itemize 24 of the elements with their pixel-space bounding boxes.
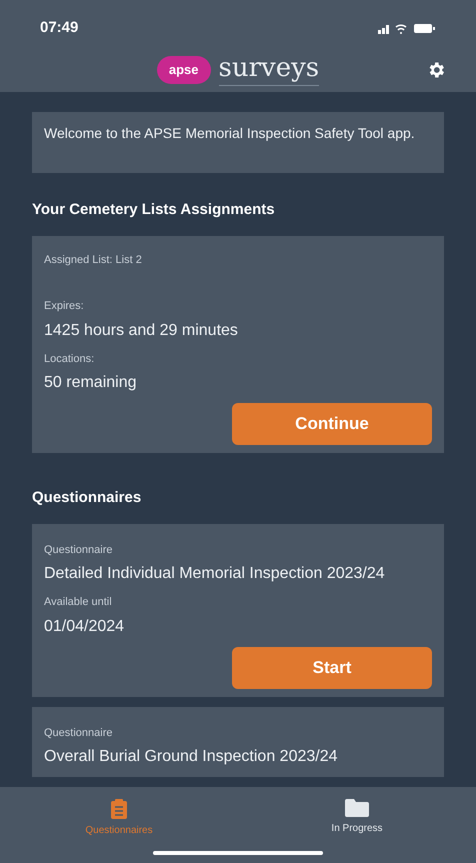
status-time: 07:49 (40, 18, 78, 38)
logo-text: surveys (218, 54, 320, 86)
field-label: Locations: (44, 352, 96, 366)
clipboard-icon (111, 799, 127, 819)
field-value: Detailed Individual Memorial Inspection 2023/24 (44, 564, 386, 584)
action-button[interactable]: Start (232, 646, 432, 688)
action-button[interactable]: Continue (232, 403, 432, 445)
field-value: 1425 hours and 29 minutes (44, 320, 239, 340)
field-label: Available until (44, 595, 113, 610)
welcome-text: Welcome to the APSE Memorial Inspection Safety Tool app. (44, 124, 416, 142)
section-heading: Your Cemetery Lists Assignments (32, 200, 276, 220)
field-value: 01/04/2024 (44, 616, 126, 636)
card-title: Assigned List: List 2 (44, 252, 143, 268)
folder-icon (345, 799, 369, 817)
status-icons (378, 22, 436, 34)
tab-bar-item[interactable]: In Progress (297, 799, 417, 838)
field-label: Expires: (44, 299, 85, 314)
logo-badge: apse (156, 56, 210, 84)
field-value: Overall Burial Ground Inspection 2023/24 (44, 747, 339, 767)
section-heading: Questionnaires (32, 488, 142, 508)
tab-bar-item[interactable]: Questionnaires (59, 799, 179, 838)
field-value: 50 remaining (44, 373, 138, 393)
field-label: Questionnaire (44, 726, 114, 740)
field-label: Questionnaire (44, 542, 114, 558)
